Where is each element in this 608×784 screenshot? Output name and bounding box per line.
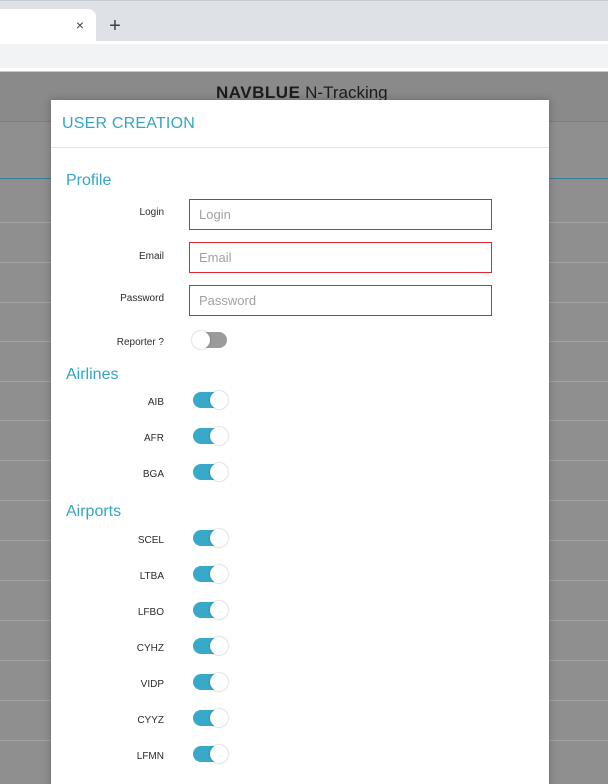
toggle-cyyz[interactable]	[193, 709, 228, 727]
toggle-knob	[210, 601, 228, 619]
browser-tab[interactable]: ×	[0, 9, 96, 42]
toggle-label-afr: AFR	[144, 433, 164, 444]
toggle-knob	[210, 391, 228, 409]
browser-toolbar	[0, 41, 608, 71]
toggle-bga[interactable]	[193, 463, 228, 481]
user-creation-modal: USER CREATION Profile Login Email Passwo…	[51, 100, 549, 784]
toggle-label-ltba: LTBA	[139, 571, 164, 582]
section-title-airports: Airports	[66, 503, 122, 520]
toggle-scel[interactable]	[193, 529, 228, 547]
toggle-label-cyhz: CYHZ	[136, 643, 164, 654]
modal-title: USER CREATION	[62, 115, 195, 132]
brand-logo-bold: NAVBLUE	[216, 85, 301, 101]
toggle-knob	[210, 565, 228, 583]
brand-logo: NAVBLUE N-Tracking	[216, 85, 416, 101]
toggle-cyhz[interactable]	[193, 637, 228, 655]
toggle-lfbo[interactable]	[193, 601, 228, 619]
toggle-ltba[interactable]	[193, 565, 228, 583]
toggle-label-scel: SCEL	[137, 535, 164, 546]
email-input[interactable]	[189, 242, 492, 273]
toggle-label-cyyz: CYYZ	[137, 715, 164, 726]
close-tab-icon[interactable]: ×	[73, 18, 87, 32]
login-label: Login	[139, 207, 164, 218]
toggle-label-bga: BGA	[142, 469, 164, 480]
login-input[interactable]	[189, 199, 492, 230]
toggle-knob	[210, 427, 228, 445]
section-title-profile: Profile	[66, 172, 112, 189]
toggle-knob	[210, 673, 228, 691]
password-input[interactable]	[189, 285, 492, 316]
toggle-afr[interactable]	[193, 427, 228, 445]
toggle-knob	[210, 463, 228, 481]
section-title-airlines: Airlines	[66, 366, 119, 383]
toggle-knob	[192, 331, 210, 349]
new-tab-icon[interactable]: +	[106, 16, 124, 36]
brand-logo-rest: N-Tracking	[300, 85, 388, 101]
reporter-toggle[interactable]	[192, 331, 227, 349]
toggle-knob	[210, 745, 228, 763]
password-label: Password	[120, 293, 164, 304]
toggle-label-lfmn: LFMN	[136, 751, 164, 762]
modal-divider	[51, 147, 549, 148]
email-label: Email	[138, 251, 164, 262]
toggle-knob	[210, 709, 228, 727]
browser-tab-strip: × +	[0, 0, 608, 42]
toggle-label-lfbo: LFBO	[137, 607, 164, 618]
toggle-label-vidp: VIDP	[140, 679, 164, 690]
toggle-label-aib: AIB	[147, 397, 164, 408]
address-bar[interactable]	[0, 44, 608, 68]
reporter-label: Reporter ?	[116, 337, 164, 348]
toggle-lfmn[interactable]	[193, 745, 228, 763]
toggle-vidp[interactable]	[193, 673, 228, 691]
toggle-knob	[210, 637, 228, 655]
toggle-knob	[210, 529, 228, 547]
toggle-aib[interactable]	[193, 391, 228, 409]
